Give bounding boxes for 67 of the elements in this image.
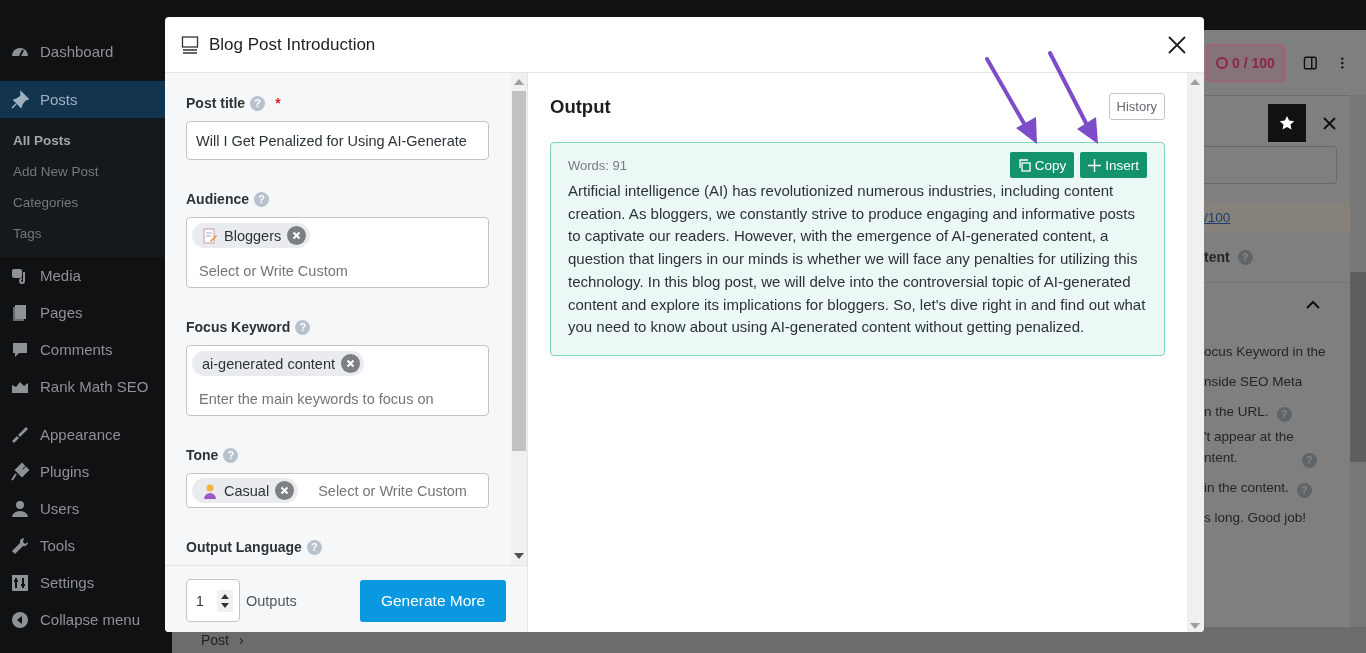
pin-icon [10,89,30,110]
scroll-up-icon[interactable] [514,79,524,85]
check-text: 't appear at the ntent. [1204,428,1294,467]
menu-item[interactable]: Comments [0,331,172,368]
word-count: Words: 91 [568,157,628,173]
monitor-icon [181,35,199,54]
field-label: Audience [186,191,249,207]
check-text: n the URL. [1204,403,1269,421]
field-label: Tone [186,447,219,463]
remove-icon[interactable] [275,481,295,500]
required-mark: * [275,95,281,111]
dialog-title: Blog Post Introduction [209,34,377,55]
wrench-icon [10,535,30,556]
copy-button[interactable]: Copy [1009,152,1075,178]
star-button[interactable] [1268,104,1306,142]
field-label: Output Language [186,539,302,555]
insert-button[interactable]: Insert [1080,152,1147,178]
menu-item[interactable]: Appearance [0,416,172,453]
menu-item[interactable]: Media [0,257,172,294]
section-heading: tent [1204,249,1230,265]
menu-item[interactable]: Rank Math SEO [0,368,172,405]
menu-item[interactable]: Plugins [0,453,172,490]
field-label: Post title [186,95,246,111]
remove-icon[interactable] [287,226,307,245]
history-button[interactable]: History [1108,93,1165,120]
remove-icon[interactable] [341,354,360,373]
menu-item[interactable]: Dashboard [0,33,172,70]
menu-item[interactable]: Tools [0,527,172,564]
scroll-up-icon[interactable] [1190,79,1200,85]
user-icon [10,498,30,519]
check-text: s long. Good job! [1204,509,1307,527]
field-label: Focus Keyword [186,319,291,335]
tag-field[interactable]: Bloggers Select or Write Custom [186,217,489,288]
collapse-icon [10,609,30,630]
check-text: ocus Keyword in the [1204,343,1326,361]
number-field[interactable]: 1 [186,579,240,622]
tag-label: Bloggers [224,227,282,244]
title-field[interactable]: Will I Get Penalized for Using AI-Generate [186,121,489,160]
caret-icon[interactable] [1306,300,1320,310]
menu-item[interactable]: Users [0,490,172,527]
copy-icon [1017,158,1031,172]
plus-icon [1088,158,1102,172]
sliders-icon [10,572,30,593]
person-icon [202,482,218,499]
tag-field[interactable]: ai-generated content Enter the main keywords to focus on [186,345,489,416]
scrollbar[interactable] [1350,95,1366,627]
breadcrumb-separator: › [239,632,244,648]
tag-field[interactable]: Casual Select or Write Custom [186,473,489,508]
close-icon[interactable] [1168,35,1186,54]
tag-label: ai-generated content [202,355,335,372]
star-icon [1279,115,1295,131]
generate-button[interactable]: Generate More [360,579,506,622]
menu-item[interactable]: Collapse menu [0,601,172,638]
memo-icon [202,227,218,244]
scroll-down-icon[interactable] [514,553,524,559]
outputs-label: Outputs [246,592,298,609]
scrollbar[interactable] [511,73,527,565]
check-text: nside SEO Meta [1204,373,1303,391]
menu-item[interactable]: Pages [0,294,172,331]
menu-item[interactable]: Settings [0,564,172,601]
tag-label: Casual [224,482,270,499]
output-heading: Output [550,95,611,118]
output-text: Artificial intelligence (AI) has revolutionized numerous industries, including content creation. As bloggers, we constantly strive to produce engaging and informative posts to captivate our readers. However, with the emergence of AI-generated content, a question that lingers in our minds is whether we will face any penalties for utilizing this technology. In this blog post, we will delve into the controversial topic of AI-generated content and explore its implications for bloggers. So, let's dive right in and find out what you need to know about using AI-generated content without getting penalized. [568,181,1147,338]
check-text: in the content. [1204,479,1289,497]
breadcrumb-item[interactable]: Post [201,632,229,648]
spinner-icon[interactable] [217,589,233,612]
scrollbar[interactable] [1187,73,1204,632]
